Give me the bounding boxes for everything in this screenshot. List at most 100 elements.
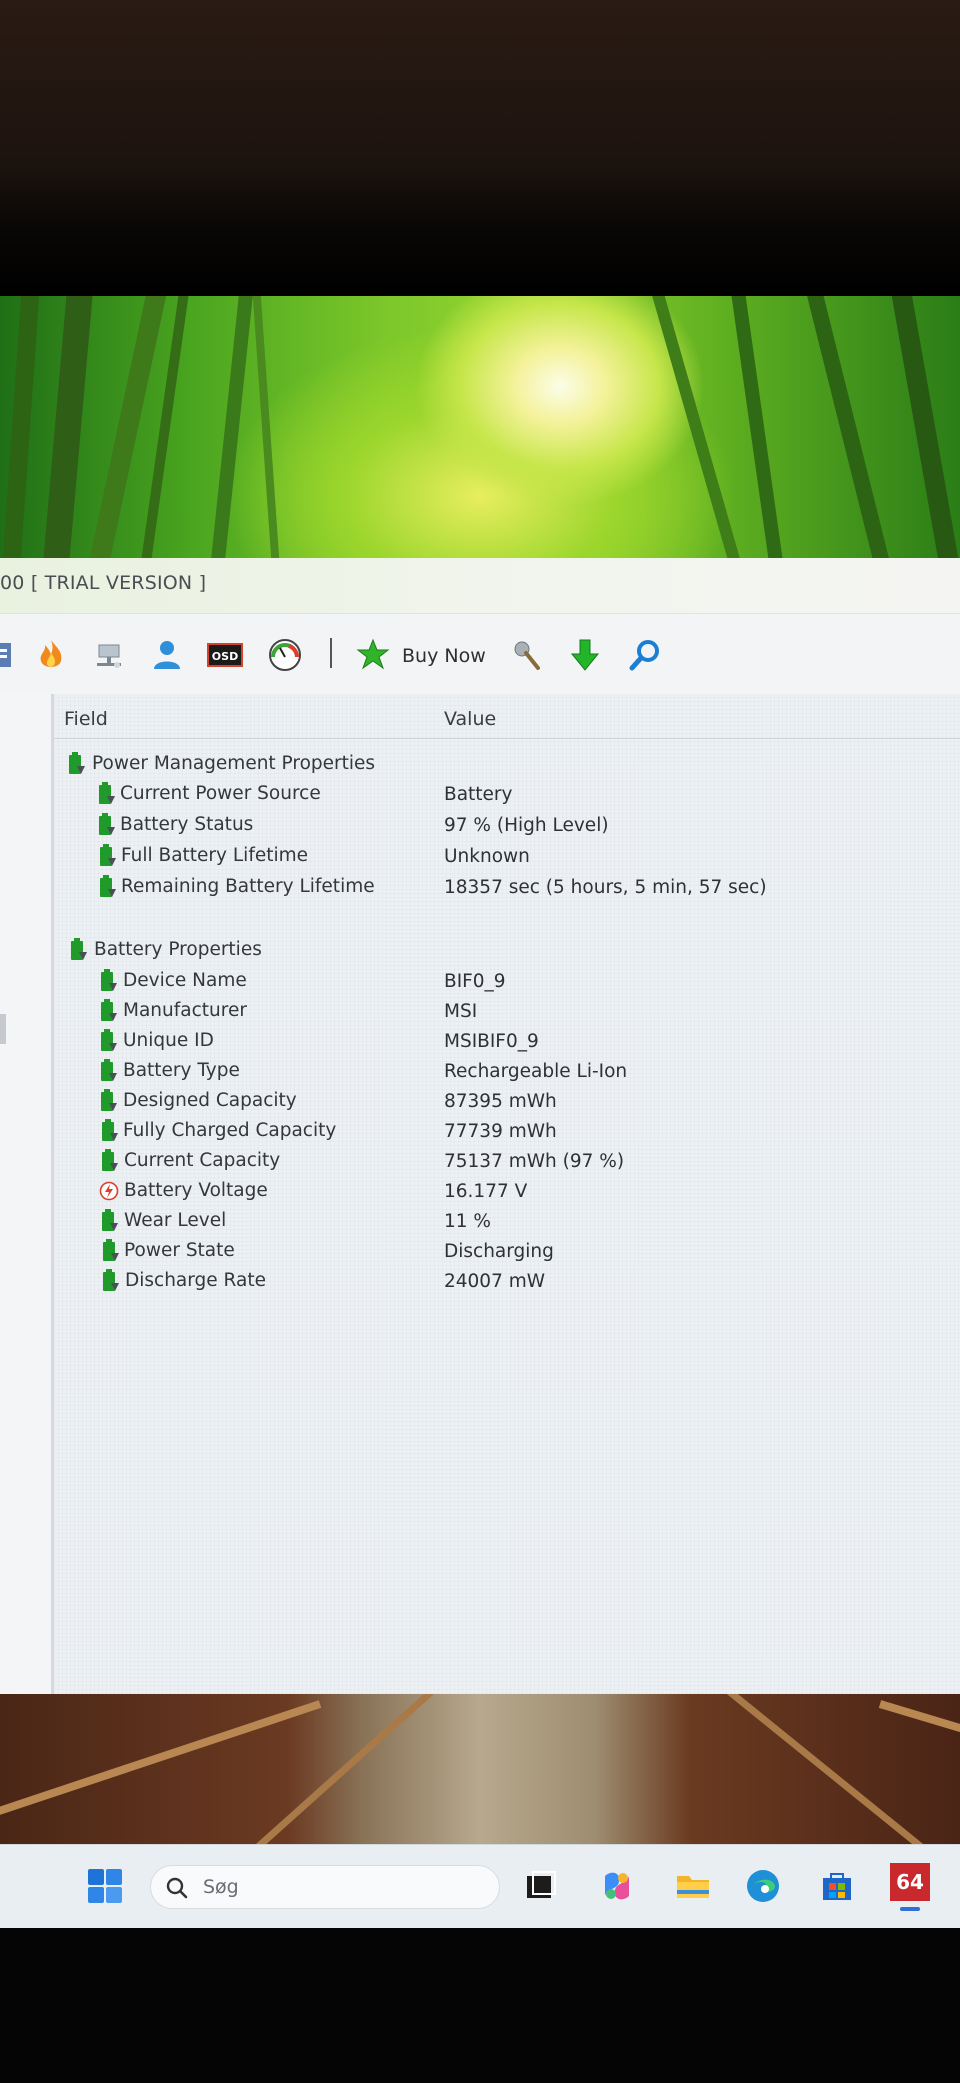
- battery-icon: [101, 1089, 117, 1111]
- battery-icon: [100, 844, 116, 866]
- user-icon[interactable]: [148, 636, 186, 674]
- voltage-icon: [99, 1181, 119, 1201]
- osd-icon[interactable]: OSD: [206, 636, 244, 674]
- field-label: Device Name: [123, 970, 247, 991]
- group-battery-properties[interactable]: Battery Properties: [54, 936, 960, 964]
- buy-now-button[interactable]: Buy Now: [402, 645, 486, 667]
- table-row[interactable]: Discharge Rate 24007 mW: [54, 1267, 960, 1295]
- battery-icon: [103, 1239, 119, 1261]
- windows-start-icon[interactable]: [84, 1865, 126, 1907]
- field-value: Battery: [444, 784, 513, 805]
- field-label: Remaining Battery Lifetime: [121, 876, 375, 897]
- field-value: 24007 mW: [444, 1271, 546, 1292]
- battery-icon: [101, 1059, 117, 1081]
- group-power-management[interactable]: Power Management Properties: [54, 750, 960, 778]
- battery-icon: [99, 782, 115, 804]
- task-view-icon[interactable]: [520, 1865, 562, 1907]
- table-row[interactable]: Unique ID MSIBIF0_9: [54, 1027, 960, 1055]
- field-label: Discharge Rate: [125, 1270, 266, 1291]
- flame-icon[interactable]: [32, 636, 70, 674]
- table-row[interactable]: Power State Discharging: [54, 1237, 960, 1265]
- aida64-taskbar-icon[interactable]: 64: [890, 1863, 930, 1901]
- copilot-icon[interactable]: [596, 1865, 638, 1907]
- search-icon: [166, 1877, 188, 1899]
- table-row[interactable]: Battery Type Rechargeable Li-Ion: [54, 1057, 960, 1085]
- table-row[interactable]: Manufacturer MSI: [54, 997, 960, 1025]
- column-header-value[interactable]: Value: [444, 708, 496, 730]
- edge-browser-icon[interactable]: [742, 1865, 784, 1907]
- desktop-wallpaper-path: [0, 1694, 960, 1844]
- bamboo-fence-decoration: [0, 1694, 960, 1844]
- battery-icon: [103, 1269, 119, 1291]
- aida64-window: 00 [ TRIAL VERSION ] OSD Buy Now Field V…: [0, 558, 960, 1694]
- table-row[interactable]: Battery Voltage 16.177 V: [54, 1177, 960, 1205]
- field-value: 75137 mWh (97 %): [444, 1151, 625, 1172]
- field-value: 11 %: [444, 1211, 491, 1232]
- field-value: 16.177 V: [444, 1181, 528, 1202]
- taskbar: Søg 64: [0, 1844, 960, 1928]
- search-icon[interactable]: [626, 636, 664, 674]
- field-label: Battery Voltage: [124, 1180, 268, 1201]
- table-row[interactable]: Remaining Battery Lifetime 18357 sec (5 …: [54, 873, 960, 901]
- file-explorer-icon[interactable]: [672, 1865, 714, 1907]
- table-row[interactable]: Current Capacity 75137 mWh (97 %): [54, 1147, 960, 1175]
- battery-icon: [100, 875, 116, 897]
- field-label: Battery Type: [123, 1060, 240, 1081]
- field-label: Unique ID: [123, 1030, 214, 1051]
- osd-label: OSD: [212, 650, 238, 663]
- group-label: Battery Properties: [94, 939, 262, 960]
- toolbar: OSD Buy Now: [0, 614, 960, 694]
- table-row[interactable]: Device Name BIF0_9: [54, 967, 960, 995]
- header-divider: [54, 738, 960, 739]
- desktop-wallpaper-bamboo: [0, 296, 960, 558]
- field-value: MSI: [444, 1001, 478, 1022]
- gauge-icon[interactable]: [266, 636, 304, 674]
- field-label: Manufacturer: [123, 1000, 247, 1021]
- report-icon[interactable]: [0, 636, 20, 674]
- table-row[interactable]: Full Battery Lifetime Unknown: [54, 842, 960, 870]
- table-row[interactable]: Designed Capacity 87395 mWh: [54, 1087, 960, 1115]
- search-placeholder: Søg: [203, 1876, 239, 1898]
- table-row[interactable]: Fully Charged Capacity 77739 mWh: [54, 1117, 960, 1145]
- battery-icon: [101, 969, 117, 991]
- field-value: 97 % (High Level): [444, 815, 609, 836]
- field-label: Power State: [124, 1240, 235, 1261]
- network-icon[interactable]: [90, 636, 128, 674]
- download-icon[interactable]: [566, 636, 604, 674]
- monitor-bezel: [0, 0, 960, 296]
- group-label: Power Management Properties: [92, 753, 376, 774]
- field-value: BIF0_9: [444, 971, 506, 992]
- star-icon[interactable]: [354, 636, 392, 674]
- active-app-indicator: [900, 1907, 920, 1911]
- taskbar-search[interactable]: Søg: [150, 1865, 500, 1909]
- field-value: 87395 mWh: [444, 1091, 557, 1112]
- battery-icon: [102, 1209, 118, 1231]
- battery-icon: [102, 1149, 118, 1171]
- field-value: Unknown: [444, 846, 530, 867]
- field-value: MSIBIF0_9: [444, 1031, 539, 1052]
- field-value: Rechargeable Li-Ion: [444, 1061, 628, 1082]
- battery-icon: [101, 1029, 117, 1051]
- details-list: Field Value Power Management Properties …: [54, 694, 960, 1694]
- field-label: Designed Capacity: [123, 1090, 297, 1111]
- field-value: 18357 sec (5 hours, 5 min, 57 sec): [444, 877, 767, 898]
- battery-icon: [101, 999, 117, 1021]
- navigation-pane[interactable]: [0, 694, 54, 1694]
- table-row[interactable]: Current Power Source Battery: [54, 780, 960, 808]
- field-value: Discharging: [444, 1241, 554, 1262]
- microsoft-store-icon[interactable]: [816, 1865, 858, 1907]
- window-title: 00 [ TRIAL VERSION ]: [0, 572, 207, 594]
- field-label: Wear Level: [124, 1210, 227, 1231]
- field-label: Current Capacity: [124, 1150, 281, 1171]
- battery-icon: [102, 1119, 118, 1141]
- toolbar-separator: [330, 638, 332, 668]
- field-label: Battery Status: [120, 814, 254, 835]
- tools-icon[interactable]: [508, 636, 546, 674]
- table-row[interactable]: Wear Level 11 %: [54, 1207, 960, 1235]
- column-header-field[interactable]: Field: [64, 708, 108, 730]
- nav-scroll-marker: [0, 1014, 6, 1044]
- battery-icon: [69, 752, 85, 774]
- field-label: Full Battery Lifetime: [121, 845, 309, 866]
- table-row[interactable]: Battery Status 97 % (High Level): [54, 811, 960, 839]
- title-bar: 00 [ TRIAL VERSION ]: [0, 558, 960, 614]
